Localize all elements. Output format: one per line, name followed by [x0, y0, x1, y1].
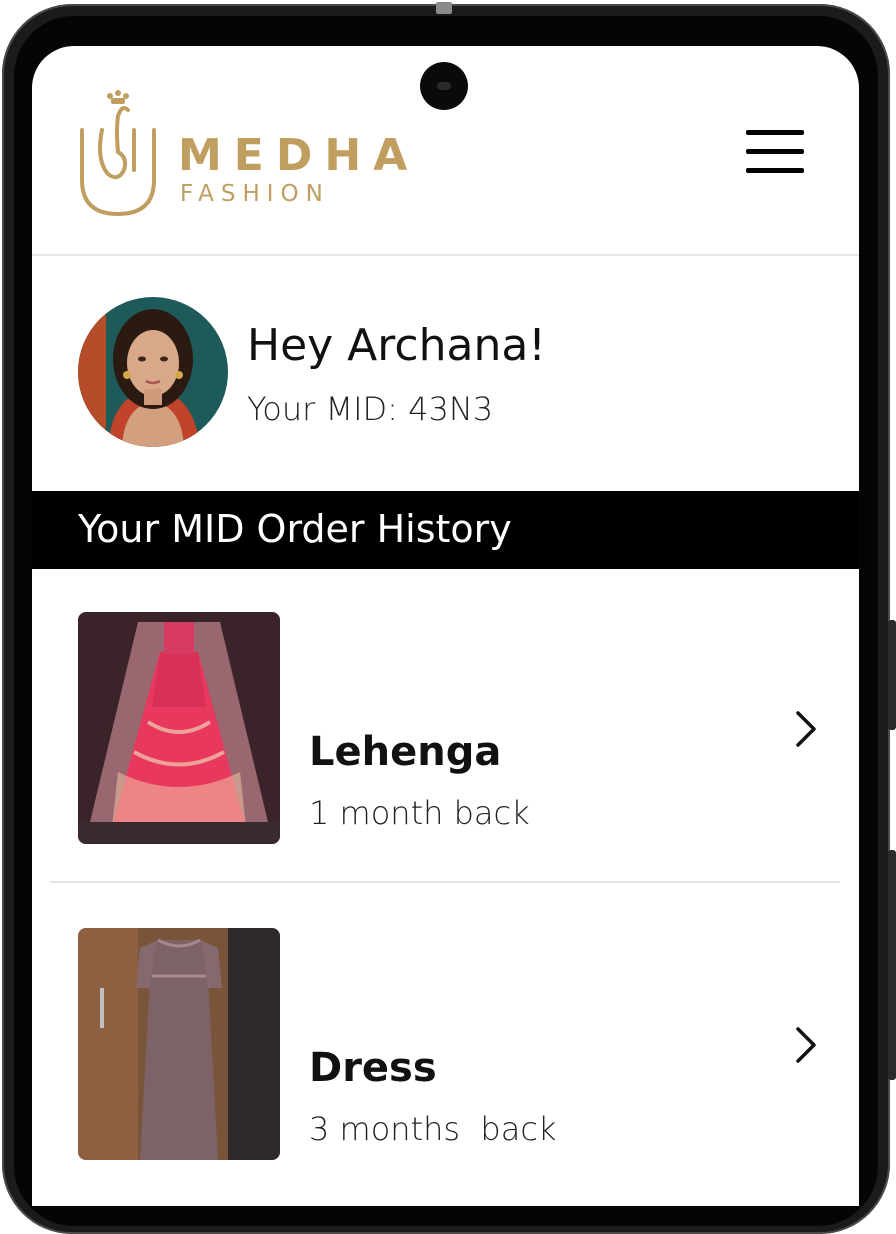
order-thumbnail	[78, 928, 280, 1160]
member-id-text: Your MID: 43N3	[247, 390, 494, 428]
order-time: 1 month back	[309, 794, 530, 832]
order-item-dress[interactable]: Dress 3 months back	[32, 885, 859, 1175]
phone-antenna-line	[436, 2, 452, 14]
app-screen: MEDHA FASHION Hey Archana! Your MID: 43N…	[32, 46, 859, 1206]
brand-name: MEDHA	[178, 130, 420, 181]
order-item-lehenga[interactable]: Lehenga 1 month back	[32, 569, 859, 883]
app-header: MEDHA FASHION	[32, 46, 859, 254]
dress-image	[78, 928, 280, 1160]
greeting-heading: Hey Archana!	[247, 320, 546, 371]
power-button	[888, 850, 896, 1080]
order-time: 3 months back	[309, 1110, 557, 1148]
chevron-right-icon[interactable]	[790, 709, 820, 749]
phone-frame: MEDHA FASHION Hey Archana! Your MID: 43N…	[0, 0, 896, 1234]
avatar[interactable]	[78, 297, 228, 447]
hamburger-menu-icon-line	[746, 168, 804, 173]
volume-button	[888, 620, 896, 730]
peacock-logo-icon	[80, 90, 156, 217]
hamburger-menu-icon-line	[746, 149, 804, 154]
chevron-right-icon[interactable]	[790, 1025, 820, 1065]
brand-tagline: FASHION	[180, 181, 330, 207]
lehenga-image	[78, 612, 280, 844]
order-divider	[50, 881, 840, 883]
order-thumbnail	[78, 612, 280, 844]
brand-logo[interactable]: MEDHA FASHION	[78, 90, 438, 220]
avatar-image	[78, 297, 228, 447]
order-name: Lehenga	[309, 729, 502, 775]
order-history-header: Your MID Order History	[32, 491, 859, 569]
section-title: Your MID Order History	[78, 507, 512, 551]
hamburger-menu-button[interactable]	[742, 130, 808, 176]
hamburger-menu-icon	[746, 130, 804, 135]
order-name: Dress	[309, 1045, 437, 1091]
header-divider	[32, 254, 859, 256]
